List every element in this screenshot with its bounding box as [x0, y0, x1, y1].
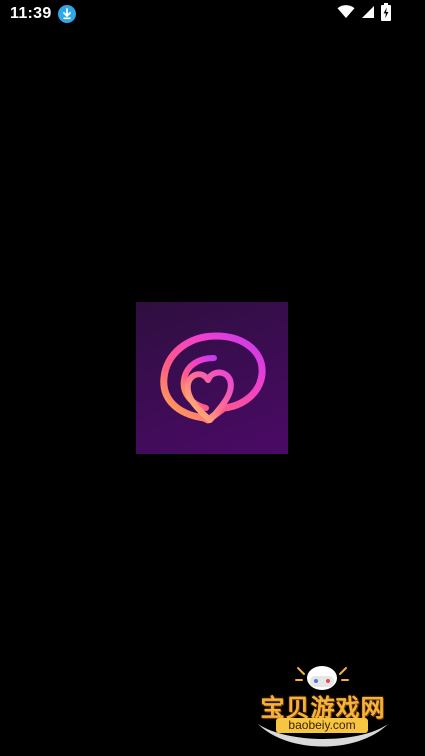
app-logo: [136, 302, 288, 454]
cell-signal-icon: [361, 5, 375, 24]
watermark-url: baobeiy.com: [276, 718, 368, 733]
site-watermark: 宝贝游戏网 baobeiy.com: [248, 656, 398, 754]
status-bar: 11:39: [0, 0, 425, 30]
wifi-icon: [337, 4, 355, 24]
download-icon: [58, 5, 76, 23]
status-time: 11:39: [10, 5, 52, 22]
status-icons: [337, 2, 391, 26]
battery-charging-icon: [381, 2, 391, 26]
heart-speech-bubble-logo-icon: [160, 332, 266, 424]
